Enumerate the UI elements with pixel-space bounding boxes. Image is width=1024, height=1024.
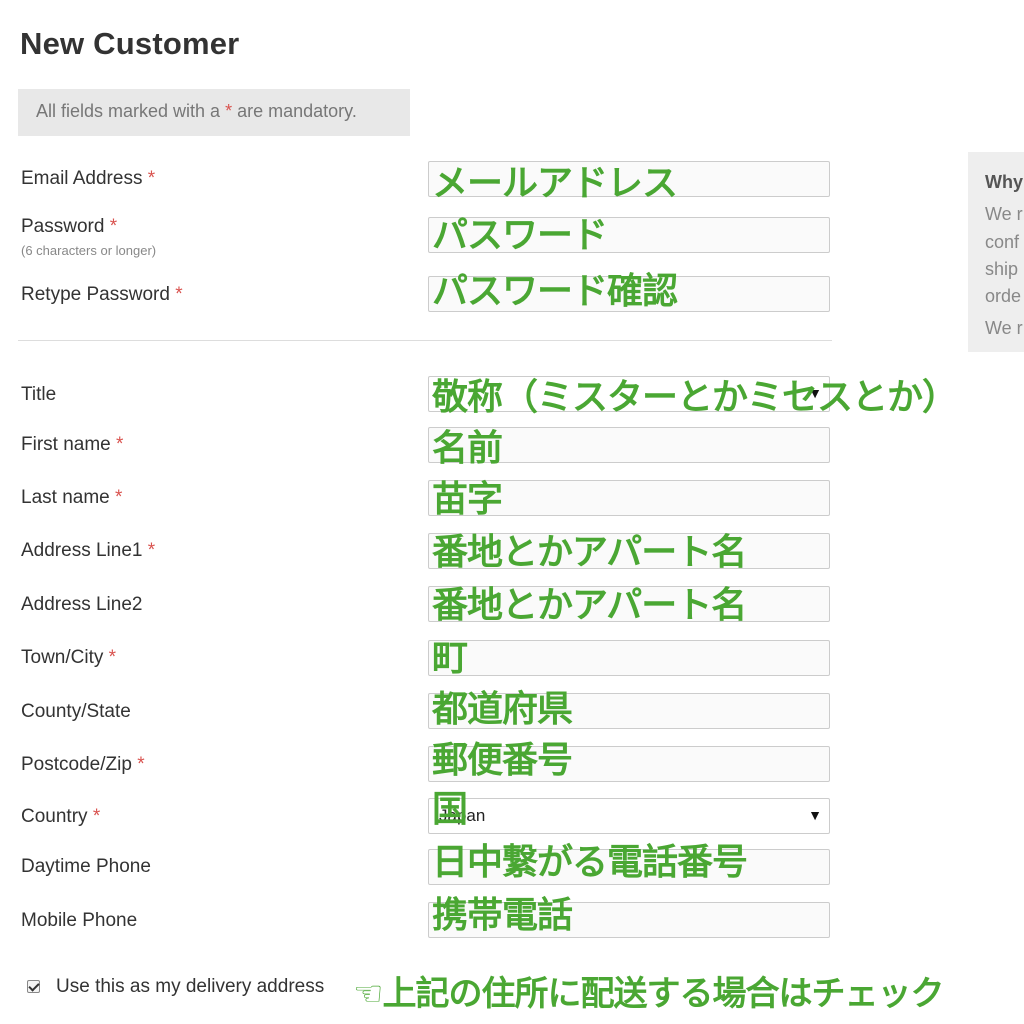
password-label: Password *: [21, 216, 117, 238]
first-name-label: First name *: [21, 434, 123, 456]
notice-text-suffix: are mandatory.: [232, 101, 357, 121]
password-hint: (6 characters or longer): [21, 243, 157, 258]
delivery-annotation: ☜上記の住所に配送する場合はチェック: [353, 974, 944, 1014]
last-name-label: Last name *: [21, 487, 122, 509]
required-marker: *: [147, 540, 156, 561]
password-label-text: Password: [21, 216, 105, 237]
address-line1-label-text: Address Line1: [21, 540, 143, 561]
required-marker: *: [92, 806, 101, 827]
notice-text-prefix: All fields marked with a: [36, 101, 226, 121]
delivery-address-checkbox[interactable]: [27, 980, 40, 993]
town-city-label-text: Town/City: [21, 647, 104, 668]
title-annotation: 敬称（ミスターとかミセスとか）: [432, 377, 958, 418]
section-divider: [18, 340, 832, 341]
password-annotation: パスワード: [432, 215, 608, 256]
last-name-label-text: Last name: [21, 487, 110, 508]
postcode-zip-annotation: 郵便番号: [432, 740, 573, 781]
required-marker: *: [147, 168, 156, 189]
email-label: Email Address *: [21, 168, 155, 190]
why-panel-title: Why: [985, 172, 1023, 192]
first-name-label-text: First name: [21, 434, 111, 455]
town-city-label: Town/City *: [21, 647, 116, 669]
required-marker: *: [116, 434, 124, 455]
why-panel-line: We r: [985, 318, 1023, 338]
retype-password-label: Retype Password *: [21, 284, 183, 306]
required-marker: *: [115, 487, 123, 508]
email-label-text: Email Address: [21, 168, 143, 189]
daytime-phone-label: Daytime Phone: [21, 856, 151, 878]
email-annotation: メールアドレス: [432, 163, 678, 204]
county-state-label: County/State: [21, 701, 131, 723]
address-line2-label: Address Line2: [21, 594, 142, 616]
country-label-text: Country: [21, 806, 88, 827]
retype-password-annotation: パスワード確認: [432, 271, 678, 312]
daytime-phone-label-text: Daytime Phone: [21, 856, 151, 877]
mobile-phone-label: Mobile Phone: [21, 910, 137, 932]
new-customer-page: New Customer All fields marked with a * …: [0, 0, 1024, 1024]
county-state-annotation: 都道府県: [432, 689, 573, 730]
last-name-annotation: 苗字: [432, 479, 503, 520]
postcode-zip-label: Postcode/Zip *: [21, 754, 145, 776]
address-line1-annotation: 番地とかアパート名: [432, 532, 747, 573]
address-line2-annotation: 番地とかアパート名: [432, 585, 747, 626]
mandatory-notice: All fields marked with a * are mandatory…: [18, 89, 410, 136]
title-label: Title: [21, 384, 56, 406]
why-panel-line: We r: [985, 204, 1023, 224]
why-panel-line: orde: [985, 286, 1022, 306]
town-city-annotation: 町: [432, 638, 468, 679]
retype-password-label-text: Retype Password: [21, 284, 170, 305]
address-line2-label-text: Address Line2: [21, 594, 143, 615]
first-name-annotation: 名前: [432, 428, 503, 469]
town-city-field[interactable]: [428, 640, 830, 676]
why-panel-line: conf: [985, 232, 1020, 252]
delivery-address-label[interactable]: Use this as my delivery address: [56, 976, 324, 998]
required-marker: *: [109, 216, 118, 237]
required-marker: *: [175, 284, 183, 305]
page-title: New Customer: [20, 26, 240, 61]
postcode-zip-label-text: Postcode/Zip: [21, 754, 132, 775]
why-info-panel: Why We r conf ship orde We r: [968, 152, 1024, 352]
daytime-phone-annotation: 日中繋がる電話番号: [432, 842, 748, 883]
country-annotation: 国: [432, 789, 468, 830]
mobile-phone-annotation: 携帯電話: [432, 895, 573, 936]
country-select[interactable]: Japan ▼: [428, 798, 830, 834]
country-label: Country *: [21, 806, 100, 828]
county-state-label-text: County/State: [21, 701, 131, 722]
title-label-text: Title: [21, 384, 57, 405]
required-marker: *: [137, 754, 145, 775]
why-panel-line: ship: [985, 259, 1019, 279]
required-marker: *: [108, 647, 117, 668]
mobile-phone-label-text: Mobile Phone: [21, 910, 138, 931]
address-line1-label: Address Line1 *: [21, 540, 155, 562]
chevron-down-icon: ▼: [808, 807, 822, 823]
